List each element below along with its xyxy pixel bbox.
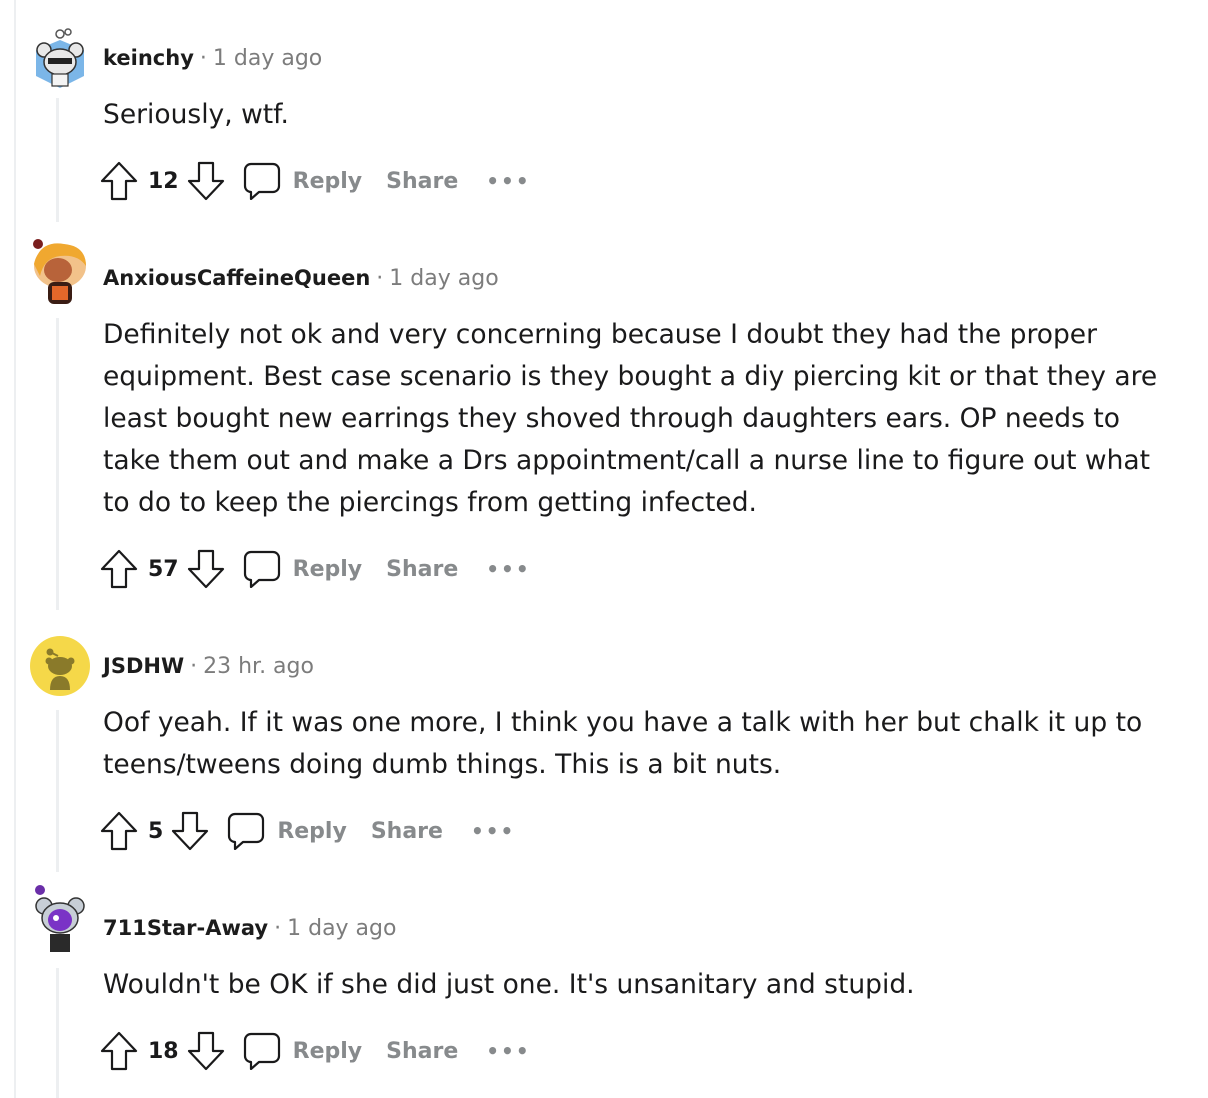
snoo-default-yellow-avatar-icon (45, 648, 75, 690)
comment-body: Oof yeah. If it was one more, I think yo… (103, 702, 1183, 786)
reply-label: Reply (292, 556, 363, 582)
timestamp[interactable]: 1 day ago (389, 266, 498, 291)
comment-thread-line[interactable] (56, 968, 59, 1098)
username[interactable]: 711Star-Away (103, 916, 268, 940)
arrow-down-outline-icon (187, 549, 224, 589)
snoo-purple-avatar-icon (35, 885, 85, 952)
vote-score: 57 (148, 556, 179, 582)
timestamp[interactable]: 1 day ago (213, 46, 322, 71)
vote-score: 18 (148, 1038, 179, 1064)
avatar[interactable] (30, 884, 90, 952)
comment-body: Seriously, wtf. (103, 94, 1183, 136)
vote-score: 5 (148, 818, 164, 844)
avatar[interactable] (30, 28, 90, 88)
separator-dot: · (190, 654, 198, 679)
comment-body-line: teens/tweens doing dumb things. This is … (103, 749, 782, 780)
comment-meta: 711Star-Away · 1 day ago (103, 916, 396, 941)
avatar[interactable] (30, 236, 90, 304)
upvote-button[interactable] (100, 1031, 138, 1071)
avatar[interactable] (30, 636, 90, 696)
upvote-button[interactable] (100, 161, 138, 201)
share-button[interactable]: Share (386, 1039, 458, 1064)
comment-body: Definitely not ok and very concerning be… (103, 314, 1183, 524)
reply-label: Reply (277, 818, 347, 844)
username[interactable]: AnxiousCaffeineQueen (103, 266, 370, 290)
arrow-down-outline-icon (187, 1031, 224, 1071)
comment-body-line: least bought new earrings they shoved th… (103, 403, 1120, 434)
reply-label: Reply (292, 168, 363, 194)
share-button[interactable]: Share (371, 819, 443, 844)
separator-dot: · (376, 266, 384, 291)
comment-actions: 57 Reply Share ••• (100, 547, 531, 591)
comment-body-line: Oof yeah. If it was one more, I think yo… (103, 707, 1143, 738)
arrow-up-outline-icon (100, 161, 138, 201)
arrow-up-outline-icon (100, 811, 138, 851)
username[interactable]: keinchy (103, 46, 194, 70)
upvote-button[interactable] (100, 811, 138, 851)
reply-button[interactable]: Reply (243, 550, 363, 588)
speech-bubble-icon (243, 1032, 280, 1070)
ellipsis-icon[interactable]: ••• (486, 1039, 530, 1063)
username[interactable]: JSDHW (103, 654, 184, 678)
separator-dot: · (274, 916, 282, 941)
speech-bubble-icon (243, 162, 280, 200)
vote-score: 12 (148, 168, 179, 194)
speech-bubble-icon (228, 812, 265, 850)
comment-thread-line[interactable] (56, 318, 59, 610)
comment-body-line: Definitely not ok and very concerning be… (103, 319, 1097, 350)
comment-body-line: Wouldn't be OK if she did just one. It's… (103, 969, 915, 1000)
ellipsis-icon[interactable]: ••• (471, 819, 515, 843)
reply-label: Reply (292, 1038, 363, 1064)
snoo-brown-hair-avatar-icon (33, 239, 86, 304)
downvote-button[interactable] (171, 811, 209, 851)
reply-button[interactable]: Reply (243, 162, 363, 200)
speech-bubble-icon (243, 550, 280, 588)
share-button[interactable]: Share (386, 557, 458, 582)
comment-actions: 5 Reply Share ••• (100, 809, 515, 853)
upvote-button[interactable] (100, 549, 138, 589)
arrow-down-outline-icon (172, 811, 209, 851)
comment-thread-line[interactable] (56, 98, 59, 222)
comment-body: Wouldn't be OK if she did just one. It's… (103, 964, 1183, 1006)
comment-actions: 12 Reply Share ••• (100, 159, 531, 203)
comment-body-line: take them out and make a Drs appointment… (103, 445, 1151, 476)
arrow-down-outline-icon (187, 161, 224, 201)
share-button[interactable]: Share (386, 169, 458, 194)
downvote-button[interactable] (187, 161, 225, 201)
comment-body-line: to do to keep the piercings from getting… (103, 487, 757, 518)
reply-button[interactable]: Reply (243, 1032, 363, 1070)
ellipsis-icon[interactable]: ••• (486, 557, 530, 581)
arrow-up-outline-icon (100, 1031, 138, 1071)
comment-thread-line[interactable] (56, 710, 59, 872)
arrow-up-outline-icon (100, 549, 138, 589)
ellipsis-icon[interactable]: ••• (486, 169, 530, 193)
comment-actions: 18 Reply Share ••• (100, 1029, 531, 1073)
downvote-button[interactable] (187, 1031, 225, 1071)
comment-meta: keinchy · 1 day ago (103, 46, 322, 71)
parent-thread-line[interactable] (14, 0, 16, 1098)
comment-meta: AnxiousCaffeineQueen · 1 day ago (103, 266, 499, 291)
downvote-button[interactable] (187, 549, 225, 589)
reply-button[interactable]: Reply (227, 812, 347, 850)
timestamp[interactable]: 1 day ago (287, 916, 396, 941)
separator-dot: · (199, 46, 207, 71)
snoo-blue-avatar-icon (36, 28, 84, 88)
comment-body-line: equipment. Best case scenario is they bo… (103, 361, 1158, 392)
comment-body-line: Seriously, wtf. (103, 99, 289, 130)
comment-meta: JSDHW · 23 hr. ago (103, 654, 314, 679)
timestamp[interactable]: 23 hr. ago (203, 654, 314, 679)
